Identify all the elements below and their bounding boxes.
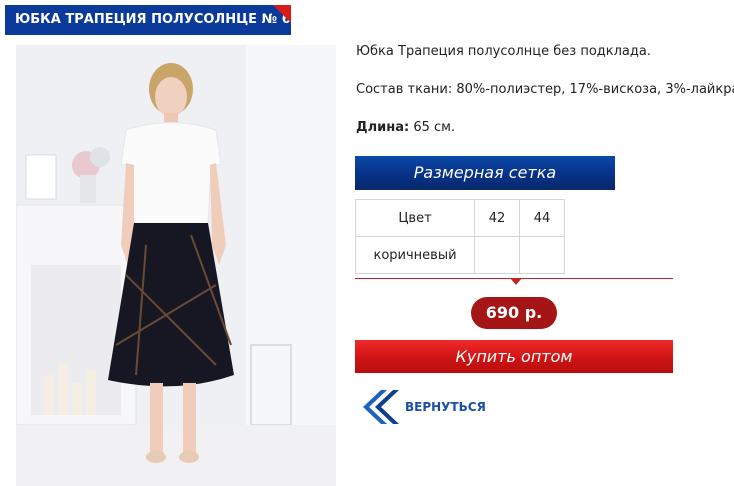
buy-wholesale-button[interactable]: Купить оптом: [355, 340, 673, 373]
product-photo: [16, 45, 336, 486]
color-cell: коричневый: [355, 236, 475, 274]
fabric-composition: Состав ткани: 80%-полиэстер, 17%-вискоза…: [356, 82, 734, 97]
length-label: Длина:: [356, 120, 410, 135]
size-table-header-row: Цвет 42 44: [355, 199, 565, 237]
price-badge: 690 р.: [471, 297, 557, 329]
product-description: Юбка Трапеция полусолнце без подклада.: [356, 44, 651, 59]
title-banner: ЮБКА ТРАПЕЦИЯ ПОЛУСОЛНЦЕ № 6: [5, 5, 291, 35]
banner-corner-accent: [273, 5, 291, 23]
size-table: Цвет 42 44 коричневый: [355, 199, 565, 274]
length-line: Длина: 65 см.: [356, 120, 455, 135]
size-42-cell[interactable]: [474, 236, 520, 274]
price-pointer: [510, 278, 522, 285]
length-value: 65 см.: [413, 120, 456, 135]
table-row: коричневый: [355, 236, 565, 274]
size-grid-button[interactable]: Размерная сетка: [355, 156, 615, 190]
back-label: ВЕРНУТЬСЯ: [405, 400, 486, 414]
header-size-42: 42: [474, 199, 520, 237]
page-title: ЮБКА ТРАПЕЦИЯ ПОЛУСОЛНЦЕ № 6: [15, 12, 291, 27]
size-44-cell[interactable]: [519, 236, 565, 274]
header-color: Цвет: [355, 199, 475, 237]
double-chevron-left-icon: [355, 384, 401, 430]
product-photo-illustration: [16, 45, 336, 486]
header-size-44: 44: [519, 199, 565, 237]
